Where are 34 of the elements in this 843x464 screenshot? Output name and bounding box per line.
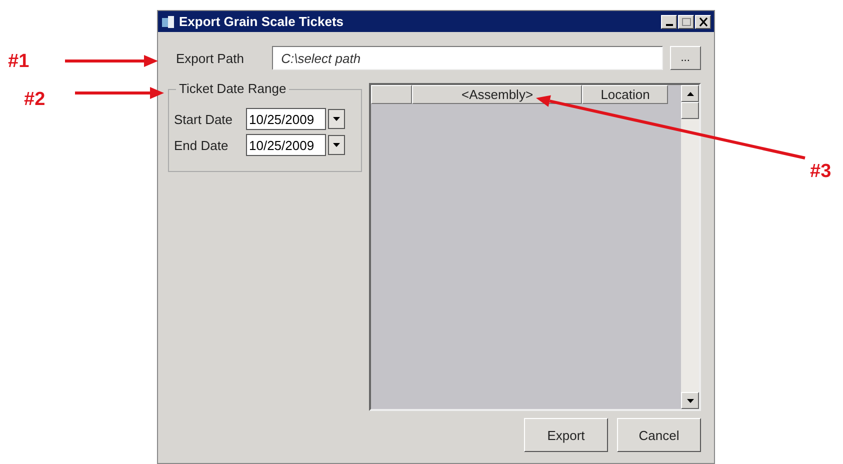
group-title: Ticket Date Range <box>176 81 290 96</box>
column-header <box>371 85 412 104</box>
dropdown-button[interactable] <box>328 109 345 129</box>
scroll-up-button[interactable] <box>681 85 699 102</box>
close-icon <box>698 16 708 26</box>
caret-icon <box>333 143 340 147</box>
field-label: Export Path <box>175 50 245 66</box>
browse-button[interactable]: ... <box>670 46 701 70</box>
annotation-label: #2 <box>24 89 46 111</box>
maximize-icon <box>680 16 692 26</box>
scroll-thumb[interactable] <box>681 102 699 119</box>
column-header: <Assembly> <box>412 85 582 104</box>
annotation-label: #3 <box>810 161 832 183</box>
field-label: Start Date <box>174 112 234 126</box>
minimize-button[interactable] <box>661 14 677 28</box>
minimize-icon <box>666 24 672 26</box>
field-label: End Date <box>174 138 230 152</box>
export-button[interactable]: Export <box>524 418 608 452</box>
scroll-down-button[interactable] <box>681 392 699 409</box>
scrollbar[interactable] <box>681 85 699 409</box>
app-icon <box>161 14 175 28</box>
date-field[interactable]: 10/25/2009 <box>246 108 326 130</box>
export-path-field[interactable]: C:\select path <box>272 46 663 70</box>
dropdown-button[interactable] <box>328 135 345 155</box>
close-button[interactable] <box>695 14 711 28</box>
caret-icon <box>333 117 340 121</box>
maximize-button[interactable] <box>678 14 694 28</box>
window-title: Export Grain Scale Tickets <box>179 14 344 29</box>
annotation-label: #1 <box>8 51 30 73</box>
date-field[interactable]: 10/25/2009 <box>246 134 326 156</box>
cancel-button[interactable]: Cancel <box>617 418 701 452</box>
down-arrow-icon <box>686 398 694 402</box>
column-header: Location <box>582 85 668 104</box>
up-arrow-icon <box>686 92 694 96</box>
